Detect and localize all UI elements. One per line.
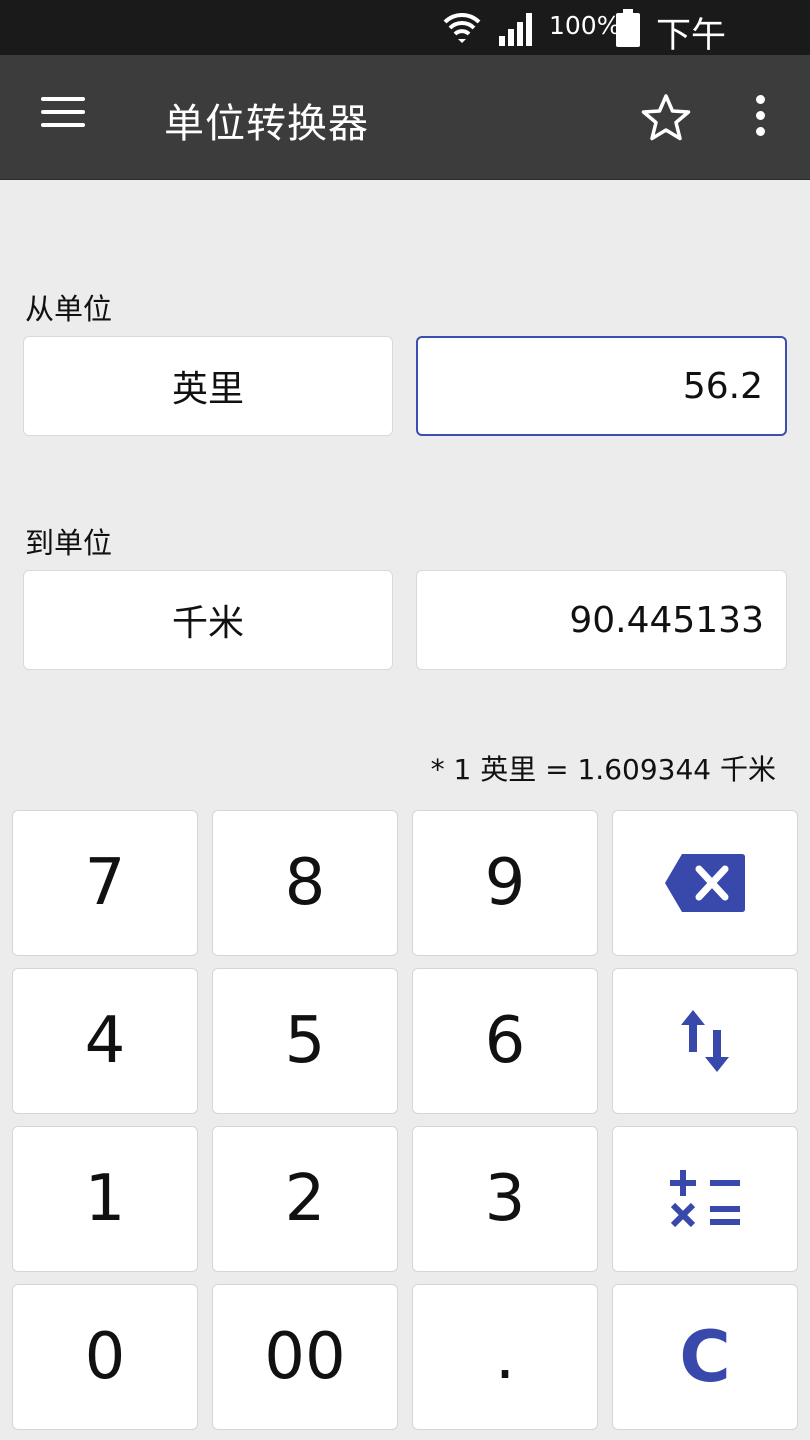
status-bar: 100% 下午 5:21 (0, 0, 810, 98)
backspace-button[interactable] (612, 810, 798, 956)
calculator-button[interactable] (612, 1126, 798, 1272)
to-unit-selector[interactable]: 千米 (23, 570, 393, 670)
menu-icon[interactable] (37, 97, 89, 137)
key-0[interactable]: 0 (12, 1284, 198, 1430)
from-unit-selector[interactable]: 英里 (23, 336, 393, 436)
to-value-output[interactable]: 90.445133 (416, 570, 787, 670)
key-6[interactable]: 6 (412, 968, 598, 1114)
swap-button[interactable] (612, 968, 798, 1114)
key-9[interactable]: 9 (412, 810, 598, 956)
battery-percent: 100% (549, 11, 621, 40)
key-1[interactable]: 1 (12, 1126, 198, 1272)
battery-icon (616, 9, 640, 47)
from-label: 从单位 (25, 292, 113, 326)
key-3[interactable]: 3 (412, 1126, 598, 1272)
key-7[interactable]: 7 (12, 810, 198, 956)
from-value-input[interactable]: 56.2 (416, 336, 787, 436)
swap-icon (681, 1010, 729, 1072)
calculator-icon (670, 1170, 740, 1228)
wifi-icon (443, 12, 481, 43)
conversion-formula: * 1 英里 = 1.609344 千米 (430, 753, 776, 786)
key-4[interactable]: 4 (12, 968, 198, 1114)
key-00[interactable]: 00 (212, 1284, 398, 1430)
key-decimal[interactable]: . (412, 1284, 598, 1430)
more-vert-icon[interactable] (744, 95, 776, 143)
signal-icon (499, 13, 532, 46)
backspace-icon (665, 854, 745, 912)
key-8[interactable]: 8 (212, 810, 398, 956)
app-bar: 单位转换器 (0, 55, 810, 180)
to-label: 到单位 (25, 526, 113, 560)
key-5[interactable]: 5 (212, 968, 398, 1114)
clear-button[interactable]: C (612, 1284, 798, 1430)
star-outline-icon[interactable] (640, 92, 692, 144)
app-title: 单位转换器 (164, 101, 369, 147)
key-2[interactable]: 2 (212, 1126, 398, 1272)
